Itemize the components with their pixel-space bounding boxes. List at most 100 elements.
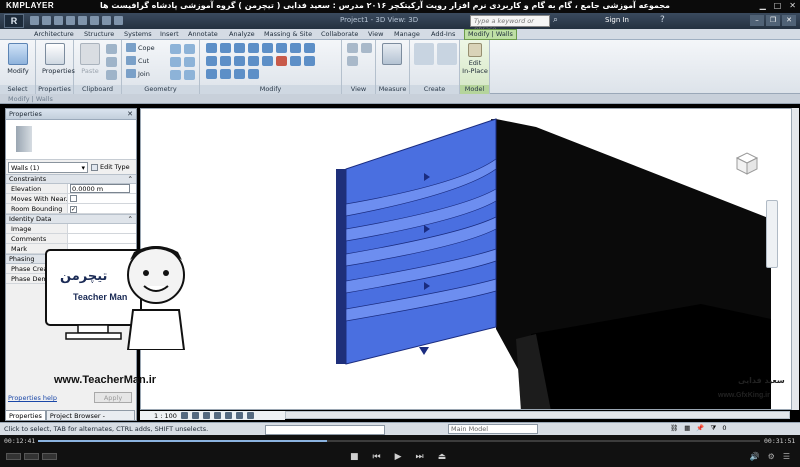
tab-architecture[interactable]: Architecture: [34, 30, 74, 38]
override-icon[interactable]: [361, 43, 372, 53]
measure-button[interactable]: [379, 43, 405, 67]
cope-button[interactable]: Cope: [126, 43, 155, 52]
copy-element-icon[interactable]: [276, 43, 287, 53]
delete-icon[interactable]: [276, 56, 287, 66]
room-bounding-checkbox[interactable]: ✓: [70, 206, 77, 213]
previous-icon[interactable]: ⏮: [373, 452, 381, 462]
demolish-icon[interactable]: [184, 57, 195, 67]
elevation-field[interactable]: 0.0000 m: [70, 184, 130, 193]
type-selector[interactable]: Walls (1): [8, 161, 88, 173]
stop-icon[interactable]: ■: [350, 452, 359, 462]
save-icon[interactable]: [42, 16, 51, 25]
tab-add-ins[interactable]: Add-Ins: [431, 30, 455, 38]
detail-level-icon[interactable]: [180, 412, 188, 419]
maximize-icon[interactable]: □: [774, 1, 782, 10]
trim-icon[interactable]: [304, 43, 315, 53]
unpin-icon[interactable]: [262, 56, 273, 66]
cut-icon[interactable]: [106, 44, 117, 54]
tab-view[interactable]: View: [368, 30, 383, 38]
next-icon[interactable]: ⏭: [416, 452, 424, 462]
tab-properties[interactable]: Properties: [5, 410, 46, 421]
search-input[interactable]: Type a keyword or phrase: [470, 15, 550, 33]
text-icon[interactable]: [102, 16, 111, 25]
move-icon[interactable]: [262, 43, 273, 53]
array-icon[interactable]: [234, 56, 245, 66]
tab-systems[interactable]: Systems: [124, 30, 152, 38]
tab-analyze[interactable]: Analyze: [229, 30, 255, 38]
sun-path-icon[interactable]: [202, 412, 210, 419]
tab-modify-walls[interactable]: Modify | Walls: [464, 29, 517, 40]
split-icon[interactable]: [206, 56, 217, 66]
3d-icon[interactable]: [6, 453, 21, 460]
copy-paste-icon[interactable]: [234, 69, 245, 79]
mirror-pick-icon[interactable]: [220, 69, 231, 79]
eject-icon[interactable]: ⏏: [438, 452, 447, 462]
beam-join-icon[interactable]: [184, 70, 195, 80]
scale-icon[interactable]: [248, 56, 259, 66]
moves-checkbox[interactable]: [70, 195, 77, 202]
horizontal-scrollbar[interactable]: [285, 411, 790, 419]
seek-bar[interactable]: [38, 440, 760, 442]
hide-icon[interactable]: [347, 43, 358, 53]
tab-insert[interactable]: Insert: [160, 30, 179, 38]
copy-icon[interactable]: [106, 57, 117, 67]
section-identity-data[interactable]: Identity Data ⌃: [6, 214, 136, 224]
application-menu-button[interactable]: R: [4, 14, 24, 28]
modify-button[interactable]: Modify: [5, 43, 31, 75]
tab-collaborate[interactable]: Collaborate: [321, 30, 358, 38]
close-icon[interactable]: ✕: [127, 110, 133, 118]
grip-arrow[interactable]: [419, 347, 429, 355]
sign-in-button[interactable]: Sign In: [605, 16, 629, 24]
navigation-bar[interactable]: [766, 200, 778, 268]
binoculars-icon[interactable]: ⌕: [553, 15, 558, 25]
paint-icon[interactable]: [170, 57, 181, 67]
lightbulb-icon[interactable]: [347, 56, 358, 66]
tab-massing-site[interactable]: Massing & Site: [264, 30, 312, 38]
settings-icon[interactable]: ⚙: [768, 452, 775, 461]
crop-icon[interactable]: [235, 412, 243, 419]
help-icon[interactable]: ?: [660, 15, 665, 25]
close-icon[interactable]: ✕: [782, 15, 796, 26]
paste-button[interactable]: Paste: [77, 43, 103, 75]
properties-help-link[interactable]: Properties help: [8, 394, 57, 402]
shadows-icon[interactable]: [213, 412, 221, 419]
select-underlay-icon[interactable]: ▦: [684, 424, 690, 433]
undo-icon[interactable]: [54, 16, 63, 25]
group-icon[interactable]: [248, 69, 259, 79]
join-button[interactable]: Join: [126, 69, 150, 78]
create-assembly-icon[interactable]: [414, 43, 434, 65]
option-icon[interactable]: [42, 453, 57, 460]
view-scale[interactable]: 1 : 100: [154, 412, 177, 420]
select-pinned-icon[interactable]: 📌: [696, 424, 704, 433]
trim-extend-icon[interactable]: [290, 56, 301, 66]
restore-icon[interactable]: ❐: [766, 15, 780, 26]
mirror-draw-icon[interactable]: [248, 43, 259, 53]
volume-icon[interactable]: 🔊: [750, 452, 760, 461]
panel-label-select[interactable]: Select: [0, 85, 35, 94]
design-option-select[interactable]: Main Model: [448, 424, 538, 434]
properties-button[interactable]: Properties: [42, 43, 75, 75]
tab-manage[interactable]: Manage: [394, 30, 420, 38]
image-field[interactable]: [68, 224, 136, 233]
edit-in-place-button[interactable]: Edit In-Place: [462, 43, 488, 75]
redo-icon[interactable]: [66, 16, 75, 25]
section-constraints[interactable]: Constraints ⌃: [6, 174, 136, 184]
split-gap-icon[interactable]: [304, 56, 315, 66]
edit-type-button[interactable]: Edit Type: [91, 163, 130, 171]
viewcube[interactable]: [733, 150, 759, 176]
tab-structure[interactable]: Structure: [84, 30, 114, 38]
player-logo[interactable]: KMPLAYER: [6, 1, 54, 10]
extend-icon[interactable]: [206, 69, 217, 79]
measure-icon[interactable]: [90, 16, 99, 25]
temporary-hide-icon[interactable]: [246, 412, 254, 419]
minimize-icon[interactable]: ▁: [760, 1, 766, 10]
vertical-scrollbar[interactable]: [792, 108, 799, 410]
open-icon[interactable]: [30, 16, 39, 25]
select-links-icon[interactable]: ⛓: [670, 424, 678, 433]
filter-icon[interactable]: ⧩: [711, 424, 717, 433]
minimize-icon[interactable]: –: [750, 15, 764, 26]
3d-view-icon[interactable]: [114, 16, 123, 25]
cut-geometry-button[interactable]: Cut: [126, 56, 149, 65]
wall-joins-icon[interactable]: [170, 44, 181, 54]
print-icon[interactable]: [78, 16, 87, 25]
